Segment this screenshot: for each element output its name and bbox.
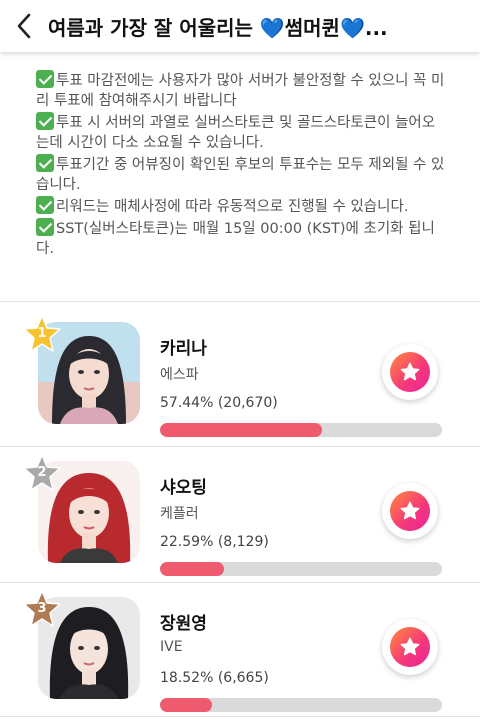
- page-title: 여름과 가장 잘 어울리는 💙썸머퀸💙...: [48, 15, 388, 40]
- vote-button[interactable]: [382, 483, 438, 539]
- check-mark-icon: [36, 218, 54, 236]
- notice-item: 리워드는 매체사정에 따라 유동적으로 진행될 수 있습니다.: [36, 196, 446, 217]
- candidate-name: 장원영: [160, 614, 207, 634]
- notice-item: 투표 마감전에는 사용자가 많아 서버가 불안정할 수 있으니 꼭 미리 투표에…: [36, 70, 446, 111]
- vote-progress-fill: [160, 698, 213, 712]
- check-mark-icon: [36, 70, 54, 88]
- rank-number: 2: [37, 465, 47, 480]
- candidate-name: 카리나: [160, 339, 207, 359]
- vote-button[interactable]: [382, 344, 438, 400]
- rank-number: 1: [37, 326, 47, 341]
- notice-item: 투표기간 중 어뷰징이 확인된 후보의 투표수는 모두 제외될 수 있습니다.: [36, 154, 446, 195]
- back-button[interactable]: [0, 0, 48, 52]
- top-bar: 여름과 가장 잘 어울리는 💙썸머퀸💙...: [0, 0, 480, 52]
- check-mark-icon: [36, 154, 54, 172]
- notice-item: SST(실버스타토큰)는 매월 15일 00:00 (KST)에 초기화 됩니다…: [36, 218, 446, 259]
- vote-percentage: 57.44% (20,670): [160, 395, 278, 411]
- check-mark-icon: [36, 196, 54, 214]
- vote-progress-bar: [160, 698, 442, 712]
- candidate-name: 샤오팅: [160, 478, 207, 498]
- candidate-row: 1 카리나 에스파 57.44% (20,670): [0, 308, 480, 444]
- vote-progress-bar: [160, 423, 442, 437]
- star-icon: [400, 501, 420, 520]
- vote-progress-fill: [160, 562, 224, 576]
- chevron-left-icon: [17, 13, 31, 39]
- vote-progress-fill: [160, 423, 322, 437]
- rank-badge: 2: [22, 453, 62, 493]
- vote-percentage: 22.59% (8,129): [160, 534, 269, 550]
- star-icon: [400, 637, 420, 656]
- vote-percentage: 18.52% (6,665): [160, 670, 269, 686]
- star-icon: [400, 362, 420, 381]
- vote-button[interactable]: [382, 619, 438, 675]
- rank-number: 3: [37, 601, 47, 616]
- candidate-row: 2 샤오팅 케플러 22.59% (8,129): [0, 447, 480, 583]
- candidate-group: IVE: [160, 639, 183, 655]
- divider: [0, 716, 480, 717]
- divider: [0, 301, 480, 302]
- rank-badge: 3: [22, 589, 62, 629]
- notice-list: 투표 마감전에는 사용자가 많아 서버가 불안정할 수 있으니 꼭 미리 투표에…: [36, 70, 446, 260]
- candidate-group: 케플러: [160, 506, 199, 522]
- candidate-group: 에스파: [160, 367, 199, 383]
- vote-progress-bar: [160, 562, 442, 576]
- candidate-row: 3 장원영 IVE 18.52% (6,665): [0, 583, 480, 719]
- notice-item: 투표 시 서버의 과열로 실버스타토큰 및 골드스타토큰이 늘어오는데 시간이 …: [36, 112, 446, 153]
- rank-badge: 1: [22, 314, 62, 354]
- check-mark-icon: [36, 112, 54, 130]
